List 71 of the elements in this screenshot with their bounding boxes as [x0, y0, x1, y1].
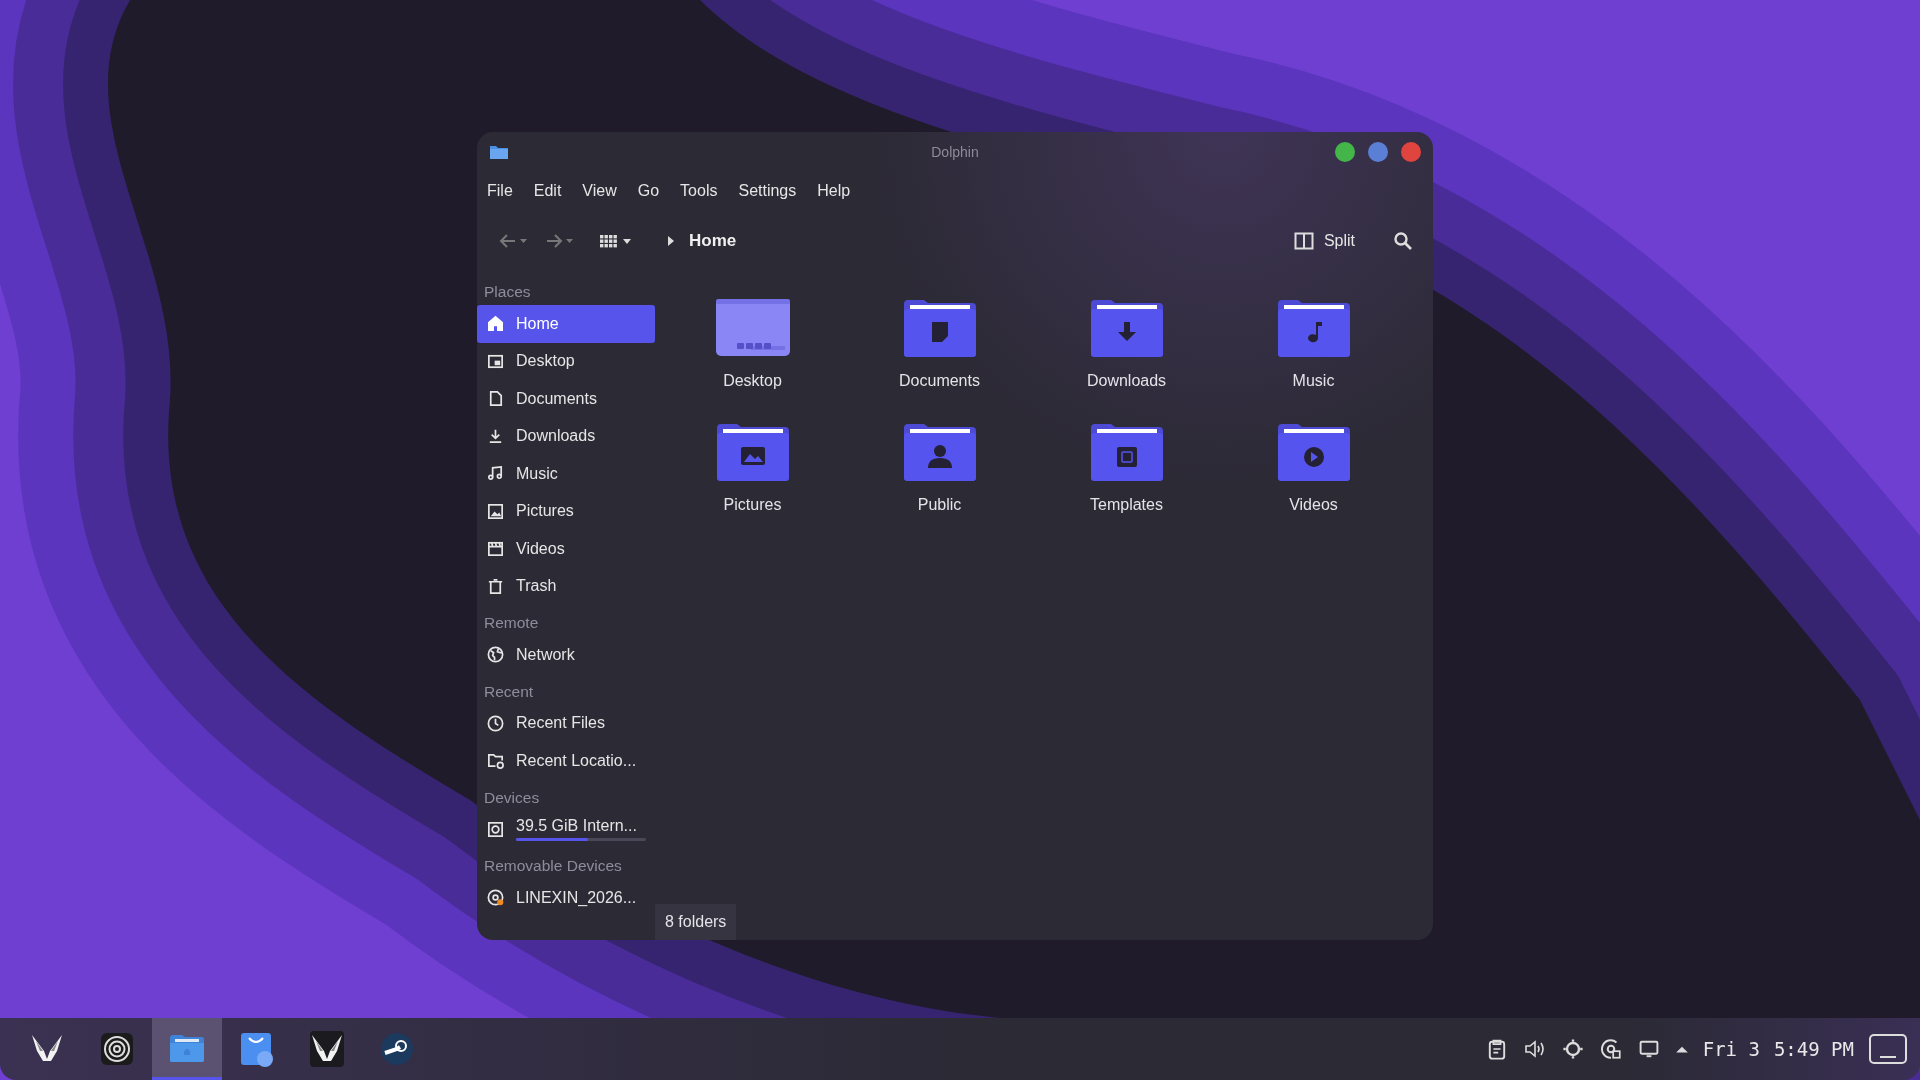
split-view-icon — [1293, 232, 1314, 250]
video-icon — [486, 539, 505, 559]
picture-folder-icon — [714, 422, 791, 482]
folder-item[interactable]: Music — [1220, 298, 1407, 422]
folder-item[interactable]: Pictures — [659, 422, 846, 546]
video-folder-icon — [1275, 422, 1352, 482]
folder-item[interactable]: Templates — [1033, 422, 1220, 546]
folder-clock-icon — [486, 751, 505, 771]
section-header: Removable Devices — [483, 856, 623, 876]
sidebar-item[interactable]: Network — [477, 636, 655, 674]
sidebar-item[interactable]: Videos — [477, 530, 655, 568]
menu-item[interactable]: View — [582, 182, 617, 200]
folder-item[interactable]: Desktop — [659, 298, 846, 422]
folder-icon — [489, 144, 509, 160]
caret-up-icon[interactable] — [1674, 1044, 1689, 1054]
template-folder-icon — [1088, 422, 1165, 482]
sidebar-item[interactable]: Home — [477, 305, 655, 343]
menu-item[interactable]: Tools — [680, 182, 718, 200]
fox-dark-icon — [307, 1029, 347, 1069]
show-desktop-icon[interactable] — [1868, 1033, 1908, 1065]
menu-item[interactable]: Go — [637, 182, 660, 200]
sidebar-item[interactable]: Documents — [477, 380, 655, 418]
sidebar-item[interactable]: Music — [477, 455, 655, 493]
trash-icon — [486, 576, 505, 596]
maximize-button[interactable] — [1368, 142, 1388, 162]
time-label[interactable]: 5:49 PM — [1773, 1038, 1854, 1060]
section-header: Recent — [483, 681, 535, 702]
document-folder-icon — [901, 298, 978, 358]
music-folder-icon — [1275, 298, 1352, 358]
window-title: Dolphin — [931, 144, 979, 160]
date-label[interactable]: Fri 3 — [1702, 1038, 1760, 1060]
menu-item[interactable]: Settings — [738, 182, 797, 200]
chevron-icon — [667, 235, 675, 247]
folder-item[interactable]: Videos — [1220, 422, 1407, 546]
network-icon[interactable] — [1598, 1037, 1623, 1061]
sidebar-item[interactable]: Recent Locatio... — [477, 742, 655, 780]
sidebar-item[interactable]: 39.5 GiB Intern... — [477, 810, 655, 848]
sidebar-item[interactable]: Trash — [477, 567, 655, 605]
sidebar-item[interactable]: Recent Files — [477, 704, 655, 742]
device-label: 39.5 GiB Intern... — [516, 817, 638, 836]
section-header: Remote — [483, 613, 540, 633]
home-icon — [486, 314, 505, 334]
section-header: Devices — [483, 787, 541, 808]
clock-icon — [486, 713, 505, 733]
desktop-screen-icon — [714, 298, 791, 358]
sidebar-item[interactable]: LINEXIN_2026... — [477, 879, 655, 917]
grid-view-icon[interactable] — [597, 233, 633, 249]
person-folder-icon — [901, 422, 978, 482]
search-icon[interactable] — [1393, 231, 1413, 251]
sidebar-item[interactable]: Desktop — [477, 342, 655, 380]
drive-icon — [486, 819, 505, 839]
menu-item[interactable]: Help — [817, 182, 851, 200]
disc-icon — [486, 888, 505, 908]
folder-item[interactable]: Public — [846, 422, 1033, 546]
breadcrumb-item[interactable]: Home — [689, 231, 737, 251]
close-button[interactable] — [1401, 142, 1421, 162]
status-label: 8 folders — [655, 904, 737, 940]
split-button[interactable]: Split — [1287, 228, 1361, 254]
sidebar-item[interactable]: Pictures — [477, 492, 655, 530]
brightness-icon[interactable] — [1560, 1037, 1585, 1061]
menu-item[interactable]: File — [487, 182, 513, 200]
folder-item[interactable]: Downloads — [1033, 298, 1220, 422]
picture-icon — [486, 501, 505, 521]
back-icon[interactable] — [497, 233, 529, 249]
network-icon — [486, 645, 505, 665]
menu-item[interactable]: Edit — [533, 182, 562, 200]
minimize-button[interactable] — [1335, 142, 1355, 162]
folder-item[interactable]: Documents — [846, 298, 1033, 422]
section-header: Places — [483, 282, 532, 302]
download-folder-icon — [1088, 298, 1165, 358]
sidebar-item[interactable]: Downloads — [477, 417, 655, 455]
